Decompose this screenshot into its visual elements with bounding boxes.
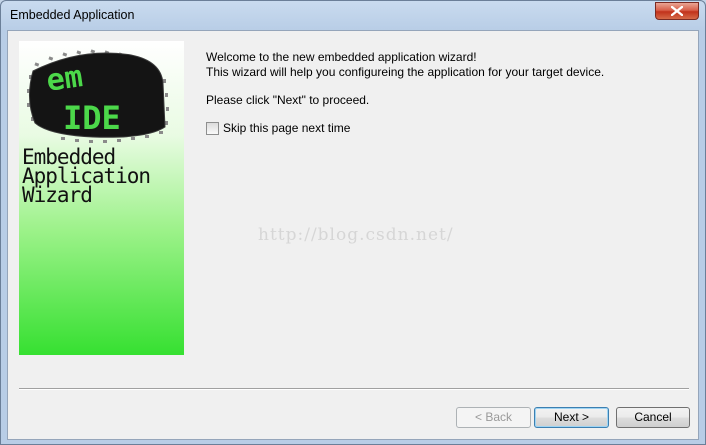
wizard-window: Embedded Application em IDE Embedded App… <box>0 0 706 445</box>
window-title: Embedded Application <box>10 8 135 22</box>
skip-page-label[interactable]: Skip this page next time <box>223 121 350 135</box>
wizard-page: em IDE Embedded Application Wizard Welco… <box>7 30 699 440</box>
chip-text-ide: IDE <box>63 99 121 137</box>
back-button[interactable]: < Back <box>456 407 531 428</box>
close-icon <box>671 6 683 16</box>
welcome-line-2: This wizard will help you configureing t… <box>206 65 605 79</box>
title-bar[interactable]: Embedded Application <box>1 1 705 31</box>
banner-caption-line: Wizard <box>22 183 93 207</box>
close-button[interactable] <box>655 2 699 20</box>
wizard-banner: em IDE Embedded Application Wizard <box>19 41 184 355</box>
button-separator <box>19 388 689 390</box>
banner-caption: Embedded Application Wizard <box>22 147 151 207</box>
instruction-text: Please click "Next" to proceed. <box>206 93 370 107</box>
cancel-button[interactable]: Cancel <box>616 407 690 428</box>
watermark-text: http://blog.csdn.net/ <box>258 225 454 245</box>
welcome-line-1: Welcome to the new embedded application … <box>206 50 477 64</box>
chip-text-em: em <box>44 59 85 99</box>
next-button[interactable]: Next > <box>534 407 609 428</box>
skip-page-checkbox[interactable] <box>206 122 219 135</box>
emide-chip-logo: em IDE <box>27 49 169 143</box>
